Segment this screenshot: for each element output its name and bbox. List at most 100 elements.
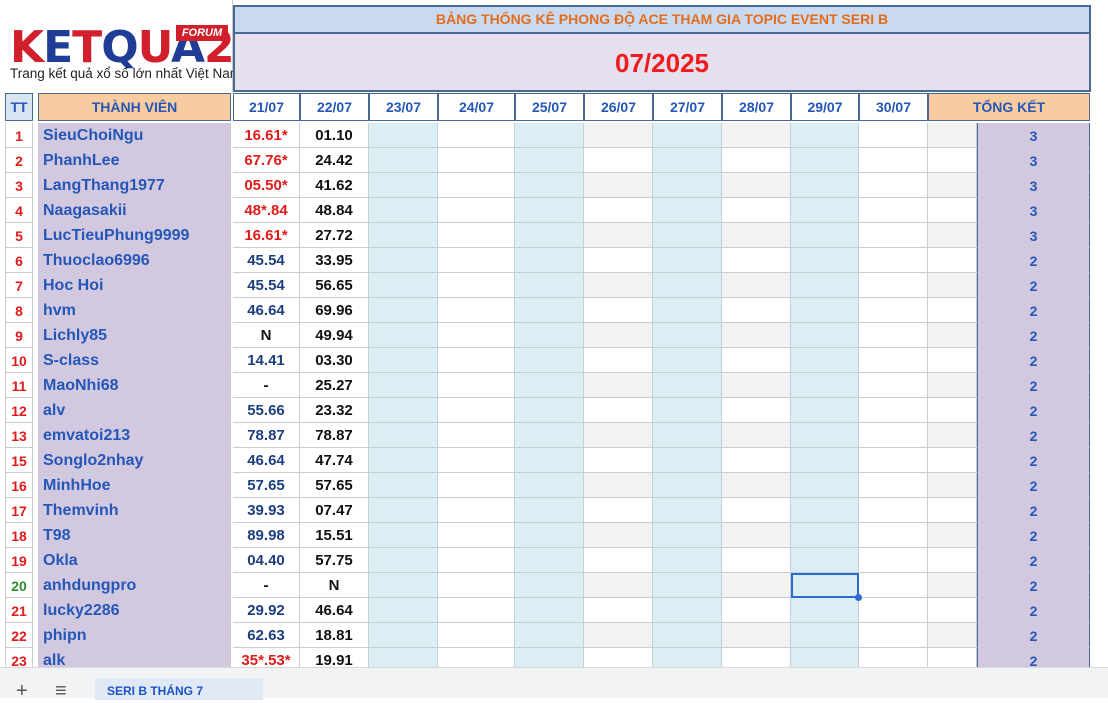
score-22-07[interactable]: 56.65	[300, 273, 369, 298]
score-empty[interactable]	[369, 598, 438, 623]
score-empty[interactable]	[859, 248, 928, 273]
score-empty[interactable]	[722, 348, 791, 373]
score-22-07[interactable]: 47.74	[300, 448, 369, 473]
score-empty[interactable]	[369, 223, 438, 248]
member-name[interactable]: LangThang1977	[38, 173, 231, 198]
score-21-07[interactable]: 04.40	[233, 548, 300, 573]
score-empty[interactable]	[438, 323, 515, 348]
total-score[interactable]: 2	[977, 248, 1090, 273]
gap-cell[interactable]	[928, 498, 977, 523]
score-empty[interactable]	[722, 198, 791, 223]
score-empty[interactable]	[722, 448, 791, 473]
score-22-07[interactable]: 07.47	[300, 498, 369, 523]
score-empty[interactable]	[584, 198, 653, 223]
header-date[interactable]: 26/07	[584, 93, 653, 121]
score-empty[interactable]	[791, 498, 859, 523]
score-empty[interactable]	[859, 548, 928, 573]
total-score[interactable]: 3	[977, 173, 1090, 198]
total-score[interactable]: 2	[977, 473, 1090, 498]
score-empty[interactable]	[438, 448, 515, 473]
score-empty[interactable]	[859, 498, 928, 523]
score-empty[interactable]	[791, 548, 859, 573]
score-empty[interactable]	[859, 398, 928, 423]
gap-cell[interactable]	[928, 398, 977, 423]
score-empty[interactable]	[859, 573, 928, 598]
total-score[interactable]: 2	[977, 398, 1090, 423]
score-21-07[interactable]: -	[233, 573, 300, 598]
score-empty[interactable]	[859, 173, 928, 198]
score-21-07[interactable]: 89.98	[233, 523, 300, 548]
score-empty[interactable]	[584, 348, 653, 373]
score-22-07[interactable]: N	[300, 573, 369, 598]
gap-cell[interactable]	[928, 598, 977, 623]
score-empty[interactable]	[653, 498, 722, 523]
score-empty[interactable]	[859, 523, 928, 548]
score-empty[interactable]	[369, 448, 438, 473]
row-number[interactable]: 21	[5, 598, 33, 623]
add-sheet-button[interactable]: +	[16, 680, 28, 703]
score-empty[interactable]	[369, 148, 438, 173]
header-date[interactable]: 24/07	[438, 93, 515, 121]
score-empty[interactable]	[653, 573, 722, 598]
gap-cell[interactable]	[928, 348, 977, 373]
score-21-07[interactable]: 45.54	[233, 248, 300, 273]
score-empty[interactable]	[438, 398, 515, 423]
score-22-07[interactable]: 23.32	[300, 398, 369, 423]
total-score[interactable]: 2	[977, 323, 1090, 348]
member-name[interactable]: MinhHoe	[38, 473, 231, 498]
score-empty[interactable]	[515, 123, 584, 148]
total-score[interactable]: 3	[977, 198, 1090, 223]
score-empty[interactable]	[653, 623, 722, 648]
score-empty[interactable]	[722, 173, 791, 198]
member-name[interactable]: Hoc Hoi	[38, 273, 231, 298]
score-empty[interactable]	[515, 223, 584, 248]
gap-cell[interactable]	[928, 198, 977, 223]
score-empty[interactable]	[859, 273, 928, 298]
total-score[interactable]: 2	[977, 273, 1090, 298]
score-empty[interactable]	[859, 223, 928, 248]
member-name[interactable]: SieuChoiNgu	[38, 123, 231, 148]
score-22-07[interactable]: 33.95	[300, 248, 369, 273]
score-empty[interactable]	[722, 523, 791, 548]
score-empty[interactable]	[859, 148, 928, 173]
score-22-07[interactable]: 48.84	[300, 198, 369, 223]
score-empty[interactable]	[791, 198, 859, 223]
score-empty[interactable]	[791, 223, 859, 248]
score-empty[interactable]	[791, 623, 859, 648]
score-21-07[interactable]: 14.41	[233, 348, 300, 373]
score-empty[interactable]	[438, 473, 515, 498]
score-22-07[interactable]: 46.64	[300, 598, 369, 623]
score-empty[interactable]	[791, 298, 859, 323]
score-22-07[interactable]: 78.87	[300, 423, 369, 448]
score-22-07[interactable]: 49.94	[300, 323, 369, 348]
member-name[interactable]: Themvinh	[38, 498, 231, 523]
score-empty[interactable]	[438, 598, 515, 623]
score-empty[interactable]	[515, 173, 584, 198]
score-21-07[interactable]: 29.92	[233, 598, 300, 623]
total-score[interactable]: 3	[977, 148, 1090, 173]
score-empty[interactable]	[584, 548, 653, 573]
score-empty[interactable]	[515, 248, 584, 273]
score-empty[interactable]	[369, 423, 438, 448]
score-22-07[interactable]: 15.51	[300, 523, 369, 548]
total-score[interactable]: 2	[977, 423, 1090, 448]
score-empty[interactable]	[438, 623, 515, 648]
row-number[interactable]: 16	[5, 473, 33, 498]
member-name[interactable]: Okla	[38, 548, 231, 573]
row-number[interactable]: 4	[5, 198, 33, 223]
gap-cell[interactable]	[928, 273, 977, 298]
score-empty[interactable]	[722, 498, 791, 523]
score-empty[interactable]	[369, 348, 438, 373]
score-empty[interactable]	[369, 623, 438, 648]
header-date[interactable]: 25/07	[515, 93, 584, 121]
gap-cell[interactable]	[928, 448, 977, 473]
score-empty[interactable]	[859, 448, 928, 473]
score-empty[interactable]	[369, 473, 438, 498]
row-number[interactable]: 17	[5, 498, 33, 523]
score-empty[interactable]	[791, 348, 859, 373]
score-empty[interactable]	[584, 398, 653, 423]
header-date[interactable]: 21/07	[233, 93, 300, 121]
score-empty[interactable]	[369, 323, 438, 348]
total-score[interactable]: 2	[977, 498, 1090, 523]
score-empty[interactable]	[369, 498, 438, 523]
